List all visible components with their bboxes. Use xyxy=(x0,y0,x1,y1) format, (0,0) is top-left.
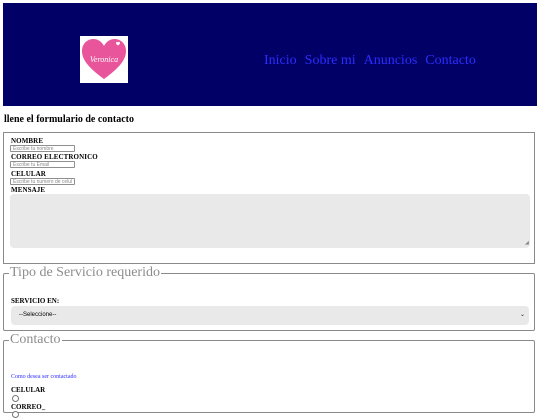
mensaje-label: MENSAJE xyxy=(11,186,46,194)
contact-fields-box: NOMBRE CORREO ELECTRONICO CELULAR MENSAJ… xyxy=(3,132,535,264)
contacto-option-correo-radio[interactable] xyxy=(12,411,19,418)
servicio-select[interactable]: --Seleccione-- ⌄ xyxy=(11,306,529,325)
nav-link-sobre-mi[interactable]: Sobre mi xyxy=(305,53,356,69)
form-title: llene el formulario de contacto xyxy=(4,114,134,125)
resize-handle-icon[interactable]: ◢ xyxy=(525,241,530,246)
nav-link-inicio[interactable]: Inicio xyxy=(264,53,297,69)
contacto-hint: Como desea ser contactado xyxy=(11,374,77,380)
celular-label: CELULAR xyxy=(11,170,46,178)
servicio-fieldset: Tipo de Servicio requerido SERVICIO EN: … xyxy=(3,266,535,331)
nav-link-contacto[interactable]: Contacto xyxy=(425,53,476,69)
contacto-option-celular-radio[interactable] xyxy=(12,395,19,402)
chevron-down-icon: ⌄ xyxy=(519,312,525,318)
mensaje-textarea[interactable] xyxy=(10,194,530,248)
logo-text: Veronica xyxy=(90,55,118,64)
servicio-label: SERVICIO EN: xyxy=(11,297,60,305)
contacto-option-correo-label: CORREO_ xyxy=(11,403,46,411)
logo[interactable]: Veronica xyxy=(80,36,128,83)
heart-logo-icon: Veronica xyxy=(82,38,126,79)
celular-input[interactable] xyxy=(10,178,75,185)
contacto-option-celular-label: CELULAR xyxy=(11,386,46,394)
servicio-legend: Tipo de Servicio requerido xyxy=(10,265,160,280)
nav-link-anuncios[interactable]: Anuncios xyxy=(364,53,418,69)
servicio-selected-value: --Seleccione-- xyxy=(19,312,57,318)
main-nav: Inicio Sobre mi Anuncios Contacto xyxy=(264,53,476,69)
nombre-label: NOMBRE xyxy=(11,137,44,145)
correo-input[interactable] xyxy=(10,161,75,168)
contacto-legend: Contacto xyxy=(10,332,61,347)
contacto-fieldset: Contacto Como desea ser contactado CELUL… xyxy=(3,332,535,418)
site-header: Veronica Inicio Sobre mi Anuncios Contac… xyxy=(3,3,537,106)
correo-label: CORREO ELECTRONICO xyxy=(11,153,98,161)
nombre-input[interactable] xyxy=(10,145,75,152)
